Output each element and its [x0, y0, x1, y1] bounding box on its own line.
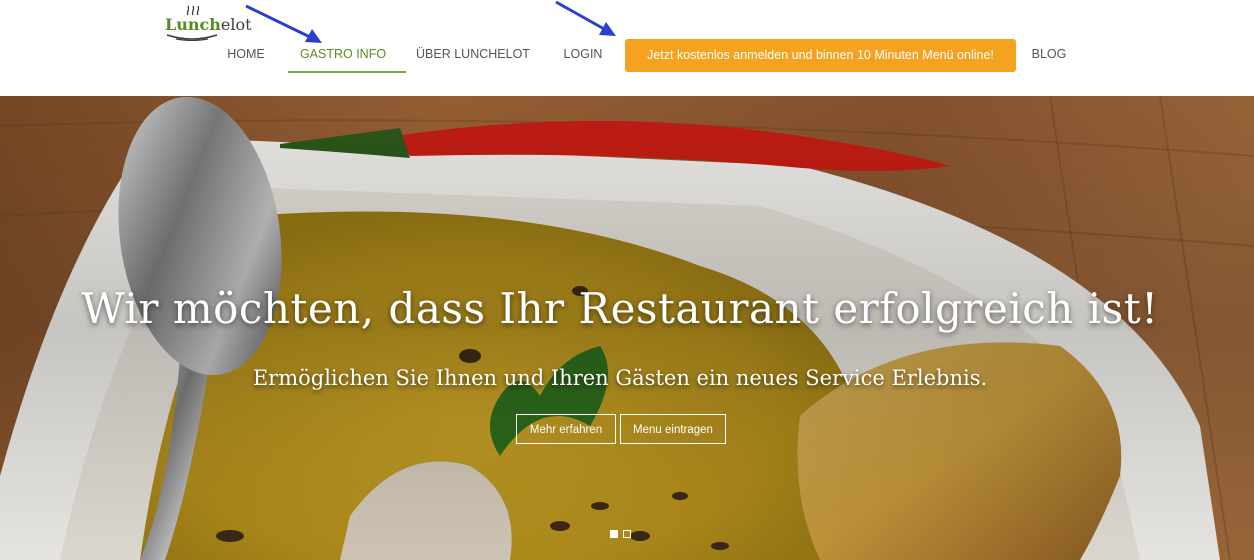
nav-item-ueber-lunchelot[interactable]: ÜBER LUNCHELOT: [414, 47, 532, 65]
carousel-dot-1[interactable]: [610, 530, 618, 538]
nav-item-login[interactable]: LOGIN: [558, 47, 608, 65]
main-nav: HOME GASTRO INFO ÜBER LUNCHELOT LOGIN Je…: [0, 0, 1254, 96]
nav-item-gastro-info[interactable]: GASTRO INFO: [290, 47, 396, 65]
nav-item-home[interactable]: HOME: [222, 47, 270, 65]
active-nav-underline: [288, 71, 406, 73]
hero-title: Wir möchten, dass Ihr Restaurant erfolgr…: [81, 284, 1159, 333]
menu-eintragen-button[interactable]: Menu eintragen: [620, 414, 726, 444]
hero-carousel: Wir möchten, dass Ihr Restaurant erfolgr…: [0, 96, 1254, 560]
hero-subtitle: Ermöglichen Sie Ihnen und Ihren Gästen e…: [252, 366, 988, 390]
carousel-dot-2[interactable]: [623, 530, 631, 538]
nav-item-blog[interactable]: BLOG: [1026, 47, 1072, 65]
mehr-erfahren-button[interactable]: Mehr erfahren: [516, 414, 616, 444]
top-navigation-bar: Lunchelot HOME GASTRO INFO ÜBER LUNCHELO…: [0, 0, 1254, 96]
signup-cta-button[interactable]: Jetzt kostenlos anmelden und binnen 10 M…: [625, 39, 1016, 72]
